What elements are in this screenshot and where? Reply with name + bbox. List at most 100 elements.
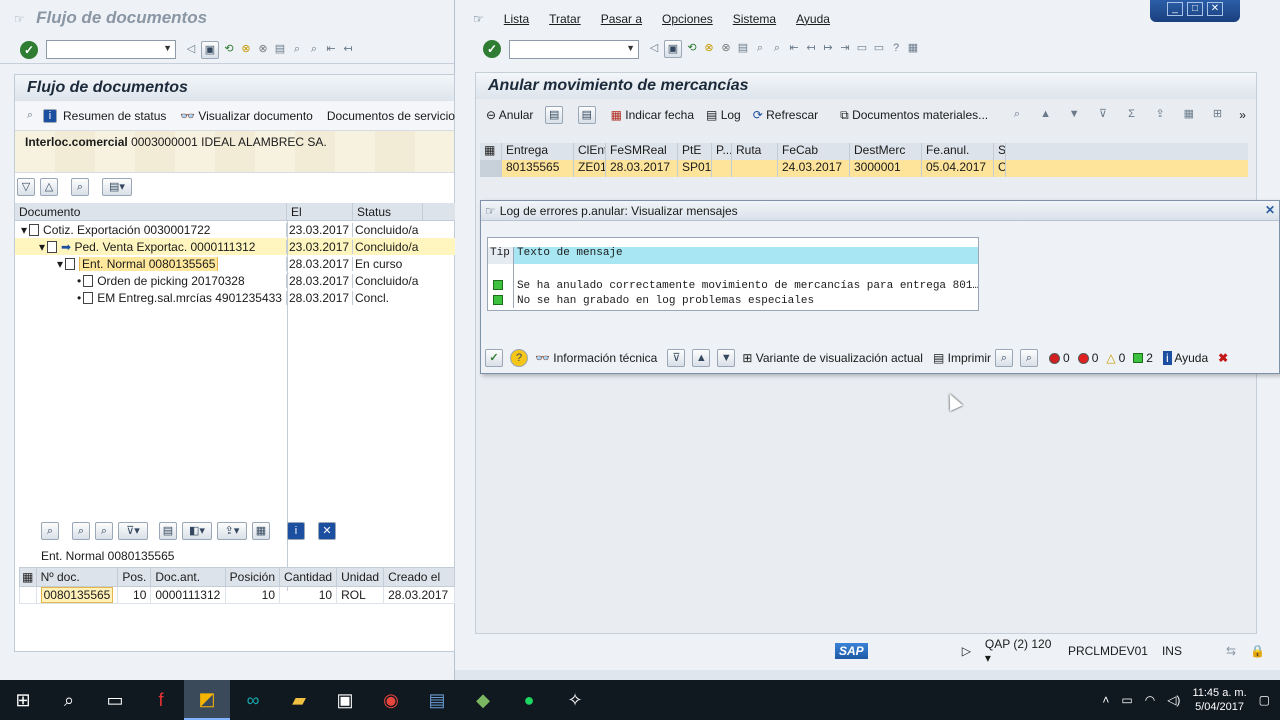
help-icon[interactable]: ? xyxy=(510,349,528,367)
menu-ayuda[interactable]: Ayuda xyxy=(796,12,830,26)
enter-icon[interactable]: ✓ xyxy=(483,40,501,58)
chrome-icon[interactable]: ◉ xyxy=(368,680,414,720)
shortcut-icon[interactable]: ▭ xyxy=(872,40,886,58)
back-arrow-icon[interactable]: ◁ xyxy=(647,40,661,58)
exit-icon[interactable]: ⊗ xyxy=(702,40,716,58)
tree-row[interactable]: ▾ Ent. Normal 0080135565 28.03.2017 En cu… xyxy=(15,255,455,272)
print-button[interactable]: ▤ Imprimir xyxy=(933,351,991,365)
col-shipping-point[interactable]: PtE xyxy=(678,143,712,160)
error-count-button[interactable]: 0 xyxy=(1077,351,1098,365)
cancel-icon[interactable]: ✖ xyxy=(1218,351,1228,365)
col-delivery[interactable]: Entrega xyxy=(502,143,574,160)
status-expand-icon[interactable]: ▷ xyxy=(962,644,971,658)
dialog-menu-icon[interactable]: ☞ xyxy=(485,204,496,218)
warning-count-button[interactable]: △ 0 xyxy=(1106,351,1125,365)
col-p[interactable]: P... xyxy=(712,143,732,160)
cancel-button[interactable]: ⊖ Anular xyxy=(486,108,533,122)
grid-select-all-icon[interactable]: ▦ xyxy=(19,567,37,587)
spotify-icon[interactable]: ● xyxy=(506,680,552,720)
flash-app-icon[interactable]: f xyxy=(138,680,184,720)
success-count-button[interactable]: 2 xyxy=(1133,351,1153,365)
binoculars-icon[interactable]: ⌕ xyxy=(72,522,90,540)
col-route[interactable]: Ruta xyxy=(732,143,778,160)
cancel-icon[interactable]: ⊗ xyxy=(256,41,270,59)
enter-icon[interactable]: ✓ xyxy=(20,40,38,59)
views-icon[interactable]: ◧▾ xyxy=(182,522,212,540)
spreadsheet-icon[interactable]: ▦ xyxy=(1182,106,1196,124)
help-button[interactable]: i Ayuda xyxy=(1162,351,1208,365)
material-docs-button[interactable]: ⧉ Documentos materiales... xyxy=(840,108,988,123)
grid-select-all-icon[interactable]: ▦ xyxy=(480,143,502,160)
print-icon[interactable]: ▤ xyxy=(159,522,177,540)
list-item[interactable]: Se ha anulado correctamente movimiento d… xyxy=(488,278,978,293)
exit-icon[interactable]: ⊗ xyxy=(239,41,253,59)
cancel-icon[interactable]: ⊗ xyxy=(719,40,733,58)
help-icon[interactable]: ? xyxy=(889,40,903,58)
export-icon[interactable]: ⇪▾ xyxy=(217,522,247,540)
tree-header-document[interactable]: Documento xyxy=(15,203,287,220)
filter-icon[interactable]: ⊽ xyxy=(667,349,686,367)
col-type[interactable]: Tip xyxy=(488,247,514,264)
tech-info-button[interactable]: 👓 Información técnica xyxy=(535,351,657,365)
tree-row[interactable]: • Orden de picking 20170328 28.03.2017 Co… xyxy=(15,272,455,289)
utility-app-icon[interactable]: ✧ xyxy=(552,680,598,720)
layout-button[interactable]: ⊞ Variante de visualización actual xyxy=(742,351,923,365)
back-arrow-icon[interactable]: ◁ xyxy=(184,41,198,59)
sap-logon-icon[interactable]: ◩ xyxy=(184,680,230,720)
input-mode[interactable]: INS xyxy=(1162,644,1182,658)
new-session-icon[interactable]: ▭ xyxy=(855,40,869,58)
prev-page-icon[interactable]: ↤ xyxy=(804,40,818,58)
menu-tratar[interactable]: Tratar xyxy=(549,12,581,26)
deselect-all-icon[interactable]: ▤ xyxy=(578,106,596,124)
arduino-icon[interactable]: ∞ xyxy=(230,680,276,720)
save-icon[interactable]: ▣ xyxy=(201,40,219,59)
col-status[interactable]: S xyxy=(994,143,1006,160)
find-next-icon[interactable]: ⌕ xyxy=(307,41,321,59)
network-app-icon[interactable]: ▤ xyxy=(414,680,460,720)
stop-count-button[interactable]: 0 xyxy=(1049,351,1070,365)
info-icon[interactable]: i xyxy=(287,522,305,540)
binoculars-icon[interactable]: ⌕ xyxy=(995,349,1013,367)
find-icon[interactable]: ⌕ xyxy=(753,40,767,58)
file-explorer-icon[interactable]: ▰ xyxy=(276,680,322,720)
col-actual-gi-date[interactable]: FeSMReal xyxy=(606,143,678,160)
first-page-icon[interactable]: ⇤ xyxy=(324,41,338,59)
find-next-icon[interactable]: ⌕ xyxy=(1020,349,1038,367)
tree-row[interactable]: • EM Entreg.sal.mrcías 4901235433 28.03.2… xyxy=(15,289,455,306)
first-page-icon[interactable]: ⇤ xyxy=(787,40,801,58)
col-cancel-date[interactable]: Fe.anul. xyxy=(922,143,994,160)
filter-icon[interactable]: ⊽▾ xyxy=(118,522,148,540)
clock[interactable]: 11:45 a. m. 5/04/2017 xyxy=(1192,686,1246,714)
col-prev-doc[interactable]: Doc.ant. xyxy=(150,567,226,587)
notifications-icon[interactable]: ▢ xyxy=(1259,693,1270,707)
command-field[interactable] xyxy=(509,39,639,59)
store-icon[interactable]: ▣ xyxy=(322,680,368,720)
layout-menu-icon[interactable]: ▦ xyxy=(906,40,920,58)
start-icon[interactable]: ⊞ xyxy=(0,680,46,720)
details-icon[interactable]: ⌕ xyxy=(41,522,59,540)
layout-icon[interactable]: ▦ xyxy=(252,522,270,540)
collapse-icon[interactable]: ▾ xyxy=(21,223,27,237)
expand-all-icon[interactable]: ▽ xyxy=(17,178,35,196)
print-icon[interactable]: ▤ xyxy=(736,40,750,58)
find-icon[interactable]: ⌕ xyxy=(290,41,304,59)
command-field[interactable] xyxy=(46,40,176,59)
cell-doc-no[interactable]: 0080135565 xyxy=(35,586,119,604)
menu-lista[interactable]: Lista xyxy=(504,12,529,26)
close-icon[interactable]: ✕ xyxy=(1207,2,1223,16)
export-icon[interactable]: ⇪ xyxy=(1153,106,1167,124)
volume-icon[interactable]: ◁) xyxy=(1167,693,1180,707)
col-quantity[interactable]: Cantidad xyxy=(279,567,338,587)
sum-icon[interactable]: Σ xyxy=(1125,106,1139,124)
select-all-icon[interactable]: ▤ xyxy=(545,106,564,124)
print-icon[interactable]: ▤ xyxy=(273,41,287,59)
find-next-icon[interactable]: ⌕ xyxy=(770,40,784,58)
col-ship-to[interactable]: DestMerc xyxy=(850,143,922,160)
system-info[interactable]: QAP (2) 120 ▾ xyxy=(985,637,1054,665)
prev-page-icon[interactable]: ↤ xyxy=(341,41,355,59)
sort-desc-icon[interactable]: ▼ xyxy=(1067,106,1081,124)
col-unit[interactable]: Unidad xyxy=(336,567,385,587)
save-icon[interactable]: ▣ xyxy=(664,40,682,58)
search-icon[interactable]: ⌕ xyxy=(46,680,92,720)
maximize-icon[interactable]: □ xyxy=(1187,2,1203,16)
